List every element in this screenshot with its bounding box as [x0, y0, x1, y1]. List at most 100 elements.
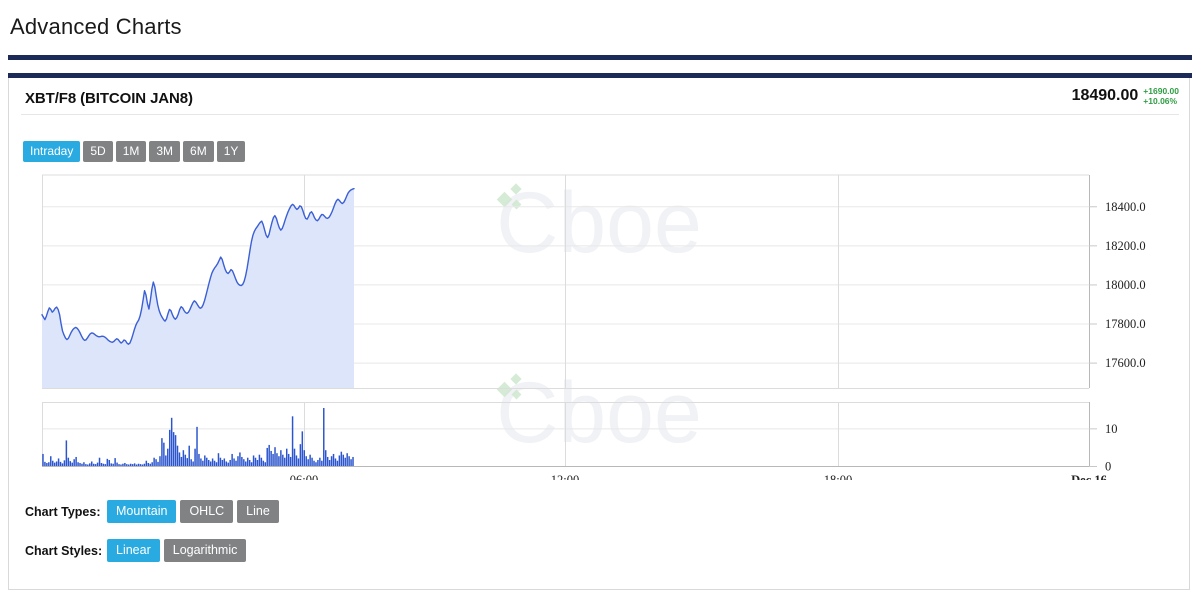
- price-volume-chart[interactable]: Cboe Cboe 17600.0 17800.0 18000.0 18200.0 1840…: [9, 170, 1191, 480]
- volume-bar: [227, 462, 229, 466]
- volume-bar: [239, 452, 241, 466]
- chart-panel: XBT/F8 (BITCOIN JAN8) 18490.00 +1690.00 …: [8, 78, 1190, 590]
- volume-bar: [262, 460, 265, 466]
- volume-bar: [305, 456, 307, 466]
- volume-bar: [295, 455, 298, 466]
- change-percent: +10.06%: [1143, 95, 1178, 106]
- volume-bar: [235, 460, 237, 466]
- y-axis-labels: 17600.0 17800.0 18000.0 18200.0 18400.0 0 10: [1089, 200, 1146, 474]
- volume-axis-tick-label: 0: [1105, 460, 1111, 474]
- volume-bar: [223, 458, 226, 466]
- x-axis-tick-label: Dec 16: [1071, 473, 1107, 480]
- volume-bar: [352, 456, 354, 466]
- volume-bars: [42, 408, 354, 466]
- volume-bar: [219, 457, 222, 466]
- volume-bar: [61, 463, 64, 466]
- volume-bar: [254, 457, 257, 466]
- volume-bar: [145, 460, 148, 466]
- price-change-block: +1690.00 +10.06%: [1143, 86, 1179, 106]
- volume-bar: [246, 457, 249, 466]
- volume-bar: [143, 463, 146, 466]
- chart-area[interactable]: Cboe Cboe 17600.0 17800.0 18000.0 18200.0 1840…: [9, 170, 1191, 480]
- chart-style-logarithmic[interactable]: Logarithmic: [163, 539, 247, 562]
- volume-bar: [94, 464, 97, 466]
- volume-bar: [198, 453, 200, 466]
- volume-bar: [348, 456, 350, 466]
- volume-bar: [163, 442, 165, 466]
- volume-bar: [340, 451, 343, 466]
- y-axis-tick-label: 18000.0: [1105, 278, 1146, 292]
- volume-bar: [303, 450, 306, 466]
- volume-bar: [211, 458, 214, 466]
- range-button-3m[interactable]: 3M: [149, 141, 181, 162]
- range-button-5d[interactable]: 5D: [83, 141, 113, 162]
- chart-types-row: Chart Types: Mountain OHLC Line: [25, 500, 279, 523]
- chart-type-ohlc[interactable]: OHLC: [180, 500, 234, 523]
- advanced-charts-page: Advanced Charts XBT/F8 (BITCOIN JAN8) 18…: [0, 0, 1200, 600]
- volume-bar: [165, 455, 167, 466]
- volume-bar: [326, 456, 329, 466]
- volume-bar: [266, 447, 268, 466]
- volume-bar: [291, 416, 294, 466]
- volume-bar: [98, 457, 101, 466]
- volume-bar: [147, 462, 150, 466]
- range-button-6m[interactable]: 6M: [183, 141, 214, 162]
- volume-bar: [309, 454, 311, 466]
- volume-bar: [204, 455, 206, 466]
- volume-bar: [231, 453, 233, 466]
- volume-bar: [229, 459, 231, 466]
- volume-bar: [135, 464, 138, 466]
- volume-bar: [311, 457, 313, 466]
- range-button-1m[interactable]: 1M: [115, 141, 147, 162]
- volume-bar: [264, 462, 267, 466]
- volume-bar: [92, 463, 95, 466]
- volume-bar: [200, 458, 202, 466]
- volume-bar: [188, 445, 190, 466]
- volume-bar: [170, 417, 173, 466]
- volume-bar: [344, 457, 346, 466]
- volume-bar: [250, 462, 253, 466]
- volume-bar: [284, 457, 286, 466]
- volume-bar: [77, 462, 79, 466]
- volume-bar: [237, 456, 239, 466]
- range-button-intraday[interactable]: Intraday: [23, 141, 81, 162]
- volume-bar: [207, 459, 210, 466]
- chart-styles-label: Chart Styles:: [25, 543, 103, 558]
- instrument-header: XBT/F8 (BITCOIN JAN8) 18490.00 +1690.00 …: [9, 78, 1189, 114]
- chart-style-linear[interactable]: Linear: [107, 539, 160, 562]
- volume-bar: [336, 460, 339, 466]
- chart-type-line[interactable]: Line: [237, 500, 279, 523]
- volume-bar: [90, 461, 93, 466]
- volume-bar: [215, 462, 218, 466]
- volume-bar: [46, 462, 48, 466]
- volume-bar: [270, 450, 272, 466]
- instrument-symbol: XBT/F8 (BITCOIN JAN8): [25, 90, 193, 107]
- volume-bar: [338, 455, 341, 466]
- volume-bar: [75, 456, 77, 466]
- volume-bar: [100, 462, 103, 466]
- volume-bar: [53, 462, 56, 466]
- volume-bar: [350, 459, 352, 466]
- volume-bar: [87, 464, 89, 466]
- volume-bar: [149, 463, 151, 466]
- volume-bar: [151, 462, 153, 466]
- volume-bar: [108, 459, 111, 466]
- volume-bar: [118, 464, 120, 466]
- volume-bar: [217, 453, 220, 466]
- volume-bar: [233, 458, 235, 466]
- page-title: Advanced Charts: [10, 14, 182, 39]
- range-button-1y[interactable]: 1Y: [216, 141, 246, 162]
- volume-bar: [313, 460, 315, 466]
- volume-bar: [176, 445, 179, 466]
- volume-bar: [48, 462, 50, 466]
- volume-bar: [174, 435, 177, 466]
- volume-bar: [256, 459, 259, 466]
- volume-bar: [172, 432, 175, 466]
- quote-block: 18490.00 +1690.00 +10.06%: [1072, 86, 1179, 106]
- volume-bar: [209, 461, 212, 466]
- volume-bar: [315, 462, 317, 466]
- chart-type-mountain[interactable]: Mountain: [107, 500, 177, 523]
- volume-bar: [106, 458, 109, 466]
- volume-bar: [133, 463, 136, 466]
- volume-bar: [81, 463, 83, 466]
